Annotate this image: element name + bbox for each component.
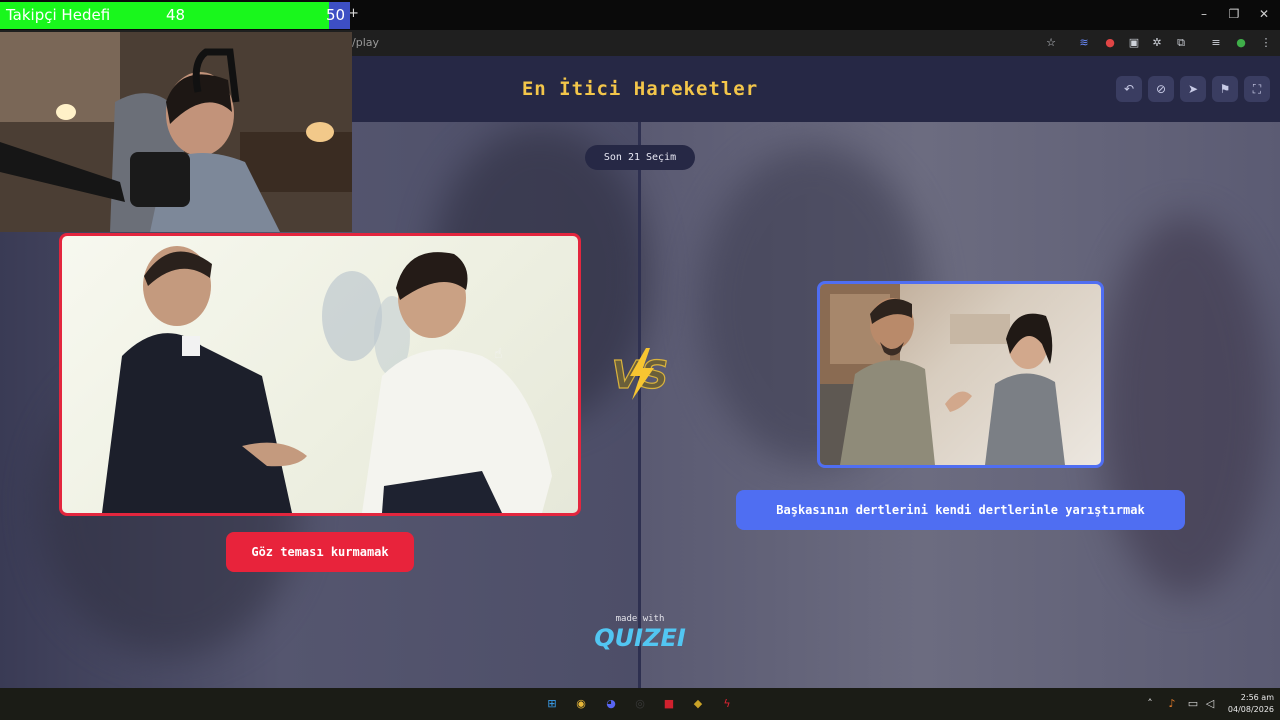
queue-icon[interactable]: ≡: [1208, 35, 1224, 51]
restore-button[interactable]: ❐: [1222, 4, 1246, 24]
discord-taskbar-button[interactable]: ◕: [602, 695, 620, 713]
minimize-button[interactable]: –: [1192, 4, 1216, 24]
obs-taskbar-button[interactable]: ◎: [631, 695, 649, 713]
right-option-button[interactable]: Başkasının dertlerini kendi dertlerinle …: [736, 490, 1185, 530]
follower-goal-label: Takipçi Hedefi: [6, 6, 111, 24]
obs-icon: ◎: [635, 697, 645, 710]
report-button[interactable]: ⚑: [1212, 76, 1238, 102]
wave-extension-icon[interactable]: ≋: [1076, 35, 1092, 51]
follower-goal-count: 50: [326, 6, 346, 24]
chevron-up-icon[interactable]: ˄: [1143, 697, 1157, 711]
discord-icon: ◕: [606, 697, 616, 710]
left-option-button[interactable]: Göz teması kurmamak: [226, 532, 414, 572]
undo-button[interactable]: ↶: [1116, 76, 1142, 102]
hand-cursor-icon: ☝: [494, 346, 503, 362]
flag-icon: ⚑: [1219, 82, 1231, 96]
windows-start-icon: ⊞: [547, 697, 557, 710]
gear-extension-icon[interactable]: ✲: [1149, 35, 1165, 51]
webcam-overlay: [0, 32, 352, 232]
chrome-icon: ◉: [576, 697, 586, 710]
chrome-taskbar-button[interactable]: ◉: [572, 695, 590, 713]
center-divider: [638, 122, 641, 688]
left-option-image[interactable]: [59, 233, 581, 516]
round-indicator: Son 21 Seçim: [585, 145, 695, 170]
follower-current-count: 48: [166, 6, 186, 24]
link-button[interactable]: ⊘: [1148, 76, 1174, 102]
puzzle-icon[interactable]: ⧉: [1173, 35, 1189, 51]
windows-start-button[interactable]: ⊞: [543, 695, 561, 713]
red-extension-icon[interactable]: ●: [1102, 35, 1118, 51]
link-icon: ⊘: [1155, 82, 1167, 96]
profile-avatar[interactable]: ●: [1233, 35, 1249, 51]
right-option-image[interactable]: [817, 281, 1104, 468]
url-text[interactable]: /play: [352, 36, 379, 49]
windows-taskbar: ⊞ ◉ ◕ ◎ ■ ◆ ϟ ˄ ♪ ▭ ◁ 2:56 am 04/08/2026: [0, 688, 1280, 720]
fullscreen-button[interactable]: ⛶: [1244, 76, 1270, 102]
vs-badge: VS: [611, 348, 669, 400]
follower-goal-bar: Takipçi Hedefi 48 50: [0, 2, 350, 29]
fullscreen-icon: ⛶: [1252, 82, 1262, 96]
volume-icon[interactable]: ◁: [1203, 697, 1217, 711]
window-extension-icon[interactable]: ▣: [1126, 35, 1142, 51]
background-figure-right-2: [1100, 216, 1270, 596]
network-icon[interactable]: ▭: [1186, 697, 1200, 711]
share-button[interactable]: ➤: [1180, 76, 1206, 102]
bookmark-star-icon[interactable]: ☆: [1043, 35, 1059, 51]
undo-icon: ↶: [1123, 82, 1135, 96]
clock-date[interactable]: 04/08/2026: [1222, 705, 1274, 714]
streamer-webcam-feed: [0, 32, 352, 232]
close-button[interactable]: ✕: [1252, 4, 1276, 24]
quizei-logo[interactable]: QUIZEI: [590, 624, 690, 652]
kebab-menu-icon[interactable]: ⋮: [1258, 35, 1274, 51]
wizard-app-icon: ◆: [693, 697, 703, 710]
microphone-icon[interactable]: ♪: [1165, 697, 1179, 711]
red-app-icon: ■: [663, 697, 675, 710]
made-with-label: made with: [615, 614, 665, 624]
share-icon: ➤: [1187, 82, 1199, 96]
wizard-app-taskbar-button[interactable]: ◆: [689, 695, 707, 713]
arguing-couple-illustration: [820, 284, 1065, 465]
red-app-taskbar-button[interactable]: ■: [660, 695, 678, 713]
office-conversation-illustration: [102, 246, 552, 513]
lightning-app-icon: ϟ: [723, 697, 731, 710]
lightning-app-taskbar-button[interactable]: ϟ: [718, 695, 736, 713]
clock-time[interactable]: 2:56 am: [1228, 693, 1274, 702]
page-title: En İtici Hareketler: [521, 78, 759, 100]
